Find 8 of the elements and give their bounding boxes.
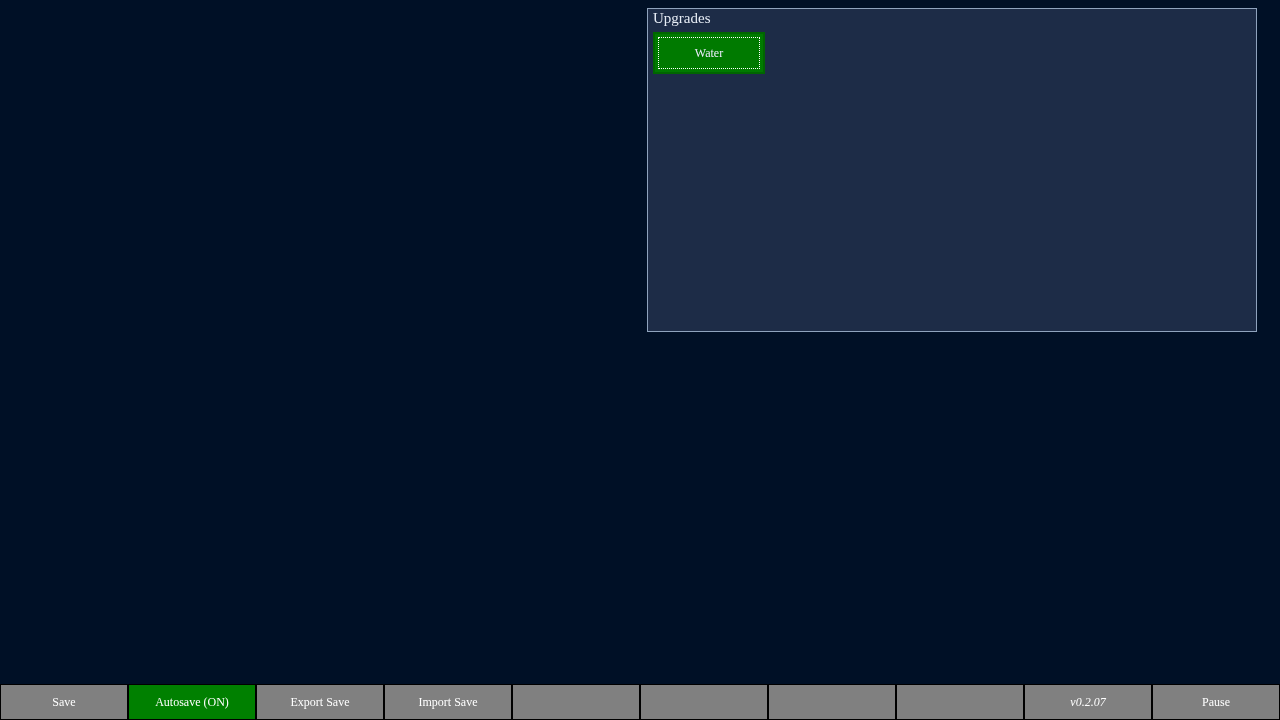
- footer-button[interactable]: Save: [0, 684, 128, 720]
- upgrade-button[interactable]: Water: [653, 32, 765, 74]
- footer-button[interactable]: Export Save: [256, 684, 384, 720]
- panel-title: Upgrades: [653, 9, 712, 27]
- version-label: v0.2.07: [1024, 684, 1152, 720]
- footer-button[interactable]: Pause: [1152, 684, 1280, 720]
- footer-button[interactable]: Import Save: [384, 684, 512, 720]
- footer-button[interactable]: Autosave (ON): [128, 684, 256, 720]
